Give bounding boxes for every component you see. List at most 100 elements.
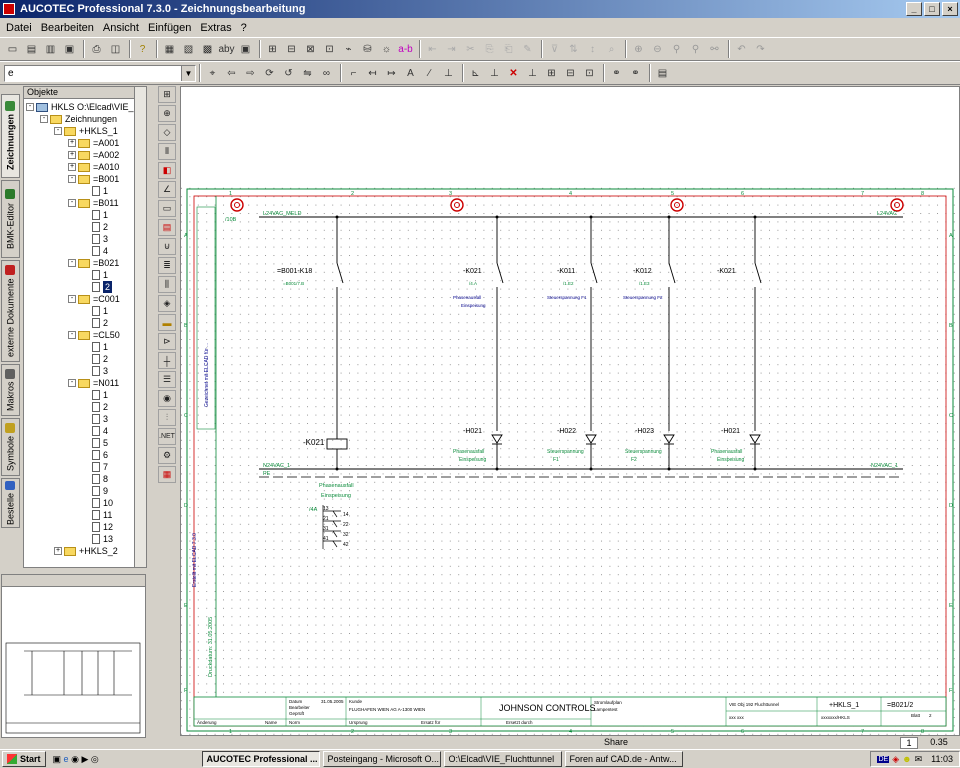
cable-icon[interactable]: ⊞ — [543, 65, 560, 82]
tree-item[interactable]: 11 — [82, 509, 112, 521]
tree-item[interactable]: 8 — [82, 473, 108, 485]
tree-item[interactable]: + =A002 — [68, 149, 119, 161]
arrow-left-icon[interactable]: ⇦ — [223, 65, 240, 82]
text-icon[interactable]: A — [402, 65, 419, 82]
tree-item[interactable]: - HKLS O:\Elcad\VIE_I — [26, 101, 136, 113]
measure-icon[interactable]: ↦ — [383, 65, 400, 82]
schematic-sheet[interactable]: 1122334455667788 A AB BC CD DE EF F Gezeichnet… — [181, 87, 959, 735]
tool-select-icon[interactable]: ⊞ — [158, 86, 176, 103]
nav-copy-icon[interactable]: ⎘ — [481, 41, 498, 58]
expand-icon[interactable]: + — [68, 151, 76, 159]
zoom-out-icon[interactable]: ⊖ — [649, 41, 666, 58]
symbol-icon[interactable]: ⊞ — [264, 41, 281, 58]
object-tree[interactable]: Objekte - HKLS O:\Elcad\VIE_I - Zeichnungen… — [23, 86, 147, 568]
tree-item[interactable]: - Zeichnungen — [40, 113, 117, 125]
tab-bmk-editor[interactable]: BMK-Editor — [1, 180, 20, 258]
tree-item[interactable]: 1 — [82, 305, 108, 317]
bulb-icon[interactable]: ☼ — [378, 41, 395, 58]
report-icon[interactable]: ▤ — [654, 65, 671, 82]
tool-symbol-icon[interactable]: ⊕ — [158, 105, 176, 122]
tree-item[interactable]: 5 — [82, 437, 108, 449]
tree-item[interactable]: 4 — [82, 425, 108, 437]
tool-coil-icon[interactable]: ⊍ — [158, 238, 176, 255]
task-browser[interactable]: Foren auf CAD.de - Antw... — [564, 751, 683, 767]
nav-paste-icon[interactable]: ⎗ — [500, 41, 517, 58]
db-icon[interactable]: ⛁ — [359, 41, 376, 58]
ab-icon[interactable]: a-b — [397, 41, 414, 58]
tree-scrollbar[interactable] — [134, 87, 146, 567]
undo-icon[interactable]: ↶ — [733, 41, 750, 58]
tree-item[interactable]: 3 — [82, 413, 108, 425]
collapse-icon[interactable]: - — [54, 127, 62, 135]
sort-icon[interactable]: ⇅ — [565, 41, 582, 58]
table-icon[interactable]: ⊡ — [321, 41, 338, 58]
tool-motor-icon[interactable]: ◉ — [158, 390, 176, 407]
line-icon[interactable]: ⌐ — [345, 65, 362, 82]
tree-item[interactable]: 1 — [82, 209, 108, 221]
macro-icon[interactable]: ⊟ — [283, 41, 300, 58]
plug-icon[interactable]: ⌁ — [340, 41, 357, 58]
filter-icon[interactable]: ⊽ — [546, 41, 563, 58]
collapse-icon[interactable]: - — [68, 259, 76, 267]
tool-junction-icon[interactable]: ┼ — [158, 352, 176, 369]
print-icon[interactable]: ⎙ — [88, 41, 105, 58]
minimize-button[interactable]: _ — [906, 2, 922, 16]
task-aucotec[interactable]: AUCOTEC Professional ... — [201, 751, 320, 767]
tool-wire-icon[interactable]: ⫴ — [158, 143, 176, 160]
menu-datei[interactable]: Datei — [6, 22, 32, 34]
delete-icon[interactable]: ✕ — [505, 65, 522, 82]
tree-item[interactable]: 2 — [82, 353, 108, 365]
layout-icon[interactable]: ▧ — [180, 41, 197, 58]
rotate-icon[interactable]: ↺ — [280, 65, 297, 82]
help-icon[interactable]: ? — [134, 41, 151, 58]
ql-media-icon[interactable]: ▶ — [81, 754, 88, 765]
tree-item[interactable]: 1 — [82, 269, 108, 281]
collapse-icon[interactable]: - — [40, 115, 48, 123]
refresh-icon[interactable]: ⟳ — [261, 65, 278, 82]
tool-bus-icon[interactable]: ≣ — [158, 257, 176, 274]
tree-item[interactable]: 1 — [82, 185, 108, 197]
tool-contact-icon[interactable]: ⫶ — [158, 409, 176, 426]
collapse-icon[interactable]: - — [68, 379, 76, 387]
ql-desktop-icon[interactable]: ▣ — [53, 754, 62, 765]
tree-item[interactable]: 10 — [82, 497, 113, 509]
tree-item[interactable]: - =B011 — [68, 197, 119, 209]
expand-icon[interactable]: + — [68, 163, 76, 171]
layer-combo[interactable]: e ▼ — [4, 64, 196, 82]
tool-cable-icon[interactable]: ⫼ — [158, 276, 176, 293]
ql-app-icon[interactable]: ◉ — [71, 754, 79, 765]
device-icon[interactable]: ⊡ — [581, 65, 598, 82]
tab-externe-dokumente[interactable]: externe Dokumente — [1, 260, 20, 362]
mirror-icon[interactable]: ⇋ — [299, 65, 316, 82]
ql-chrome-icon[interactable]: ◎ — [91, 754, 99, 765]
menu-extras[interactable]: Extras — [200, 22, 231, 34]
tree-item[interactable]: 3 — [82, 365, 108, 377]
tree-item[interactable]: 2 — [82, 221, 108, 233]
maximize-button[interactable]: □ — [924, 2, 940, 16]
tool-net-icon[interactable]: .NET — [158, 428, 176, 445]
tree-item[interactable]: + =A010 — [68, 161, 119, 173]
tool-diode-icon[interactable]: ⊳ — [158, 333, 176, 350]
wire-icon[interactable]: ⊾ — [467, 65, 484, 82]
tree-item[interactable]: 12 — [82, 521, 113, 533]
open-icon[interactable]: ▤ — [23, 41, 40, 58]
tool-node-icon[interactable]: ◇ — [158, 124, 176, 141]
window-icon[interactable]: ▦ — [161, 41, 178, 58]
tree-item[interactable]: - =B021 — [68, 257, 119, 269]
task-outlook[interactable]: Posteingang - Microsoft O... — [322, 751, 441, 767]
tool-sensor-icon[interactable]: ◈ — [158, 295, 176, 312]
redo-icon[interactable]: ↷ — [752, 41, 769, 58]
tree-item[interactable]: 3 — [82, 233, 108, 245]
replace-icon[interactable]: ⚯ — [706, 41, 723, 58]
expand-icon[interactable]: + — [68, 139, 76, 147]
tree-item[interactable]: - =CL50 — [68, 329, 120, 341]
binoculars-icon[interactable]: ⚭ — [608, 65, 625, 82]
expand-icon[interactable]: + — [54, 547, 62, 555]
preview-thumbnail[interactable] — [2, 587, 145, 737]
tree-item[interactable]: 4 — [82, 245, 108, 257]
tree-item[interactable]: 9 — [82, 485, 108, 497]
zoom-in-icon[interactable]: ⊕ — [630, 41, 647, 58]
print-preview-icon[interactable]: ◫ — [107, 41, 124, 58]
folder-icon[interactable]: ▥ — [42, 41, 59, 58]
nav-first-icon[interactable]: ⇤ — [424, 41, 441, 58]
